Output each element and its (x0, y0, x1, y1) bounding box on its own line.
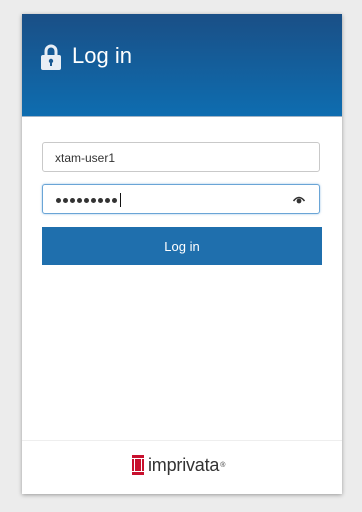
login-header: Log in (22, 14, 342, 117)
password-dot (98, 197, 103, 203)
password-dot (77, 197, 82, 203)
username-value: xtam-user1 (55, 151, 116, 165)
password-dot (70, 197, 75, 203)
eye-icon[interactable] (293, 195, 305, 205)
password-dot (56, 197, 61, 203)
brand-name: imprivata (148, 454, 220, 475)
footer-divider (22, 440, 342, 441)
page-title: Log in (72, 43, 132, 68)
lock-icon (41, 44, 61, 70)
text-caret (120, 193, 121, 207)
imprivata-mark-icon (132, 455, 144, 475)
password-dot (105, 197, 110, 203)
password-dot (84, 197, 89, 203)
password-dot (63, 197, 68, 203)
password-dot (91, 197, 96, 203)
username-field[interactable]: xtam-user1 (42, 142, 320, 172)
login-button[interactable]: Log in (42, 227, 322, 265)
password-mask (56, 193, 121, 207)
brand-tm: ® (220, 461, 226, 469)
imprivata-logo: imprivata ® (132, 454, 225, 476)
password-field[interactable] (42, 184, 320, 214)
login-card: Log in xtam-user1 Log in imprivata ® (22, 14, 342, 494)
password-dot (112, 197, 117, 203)
